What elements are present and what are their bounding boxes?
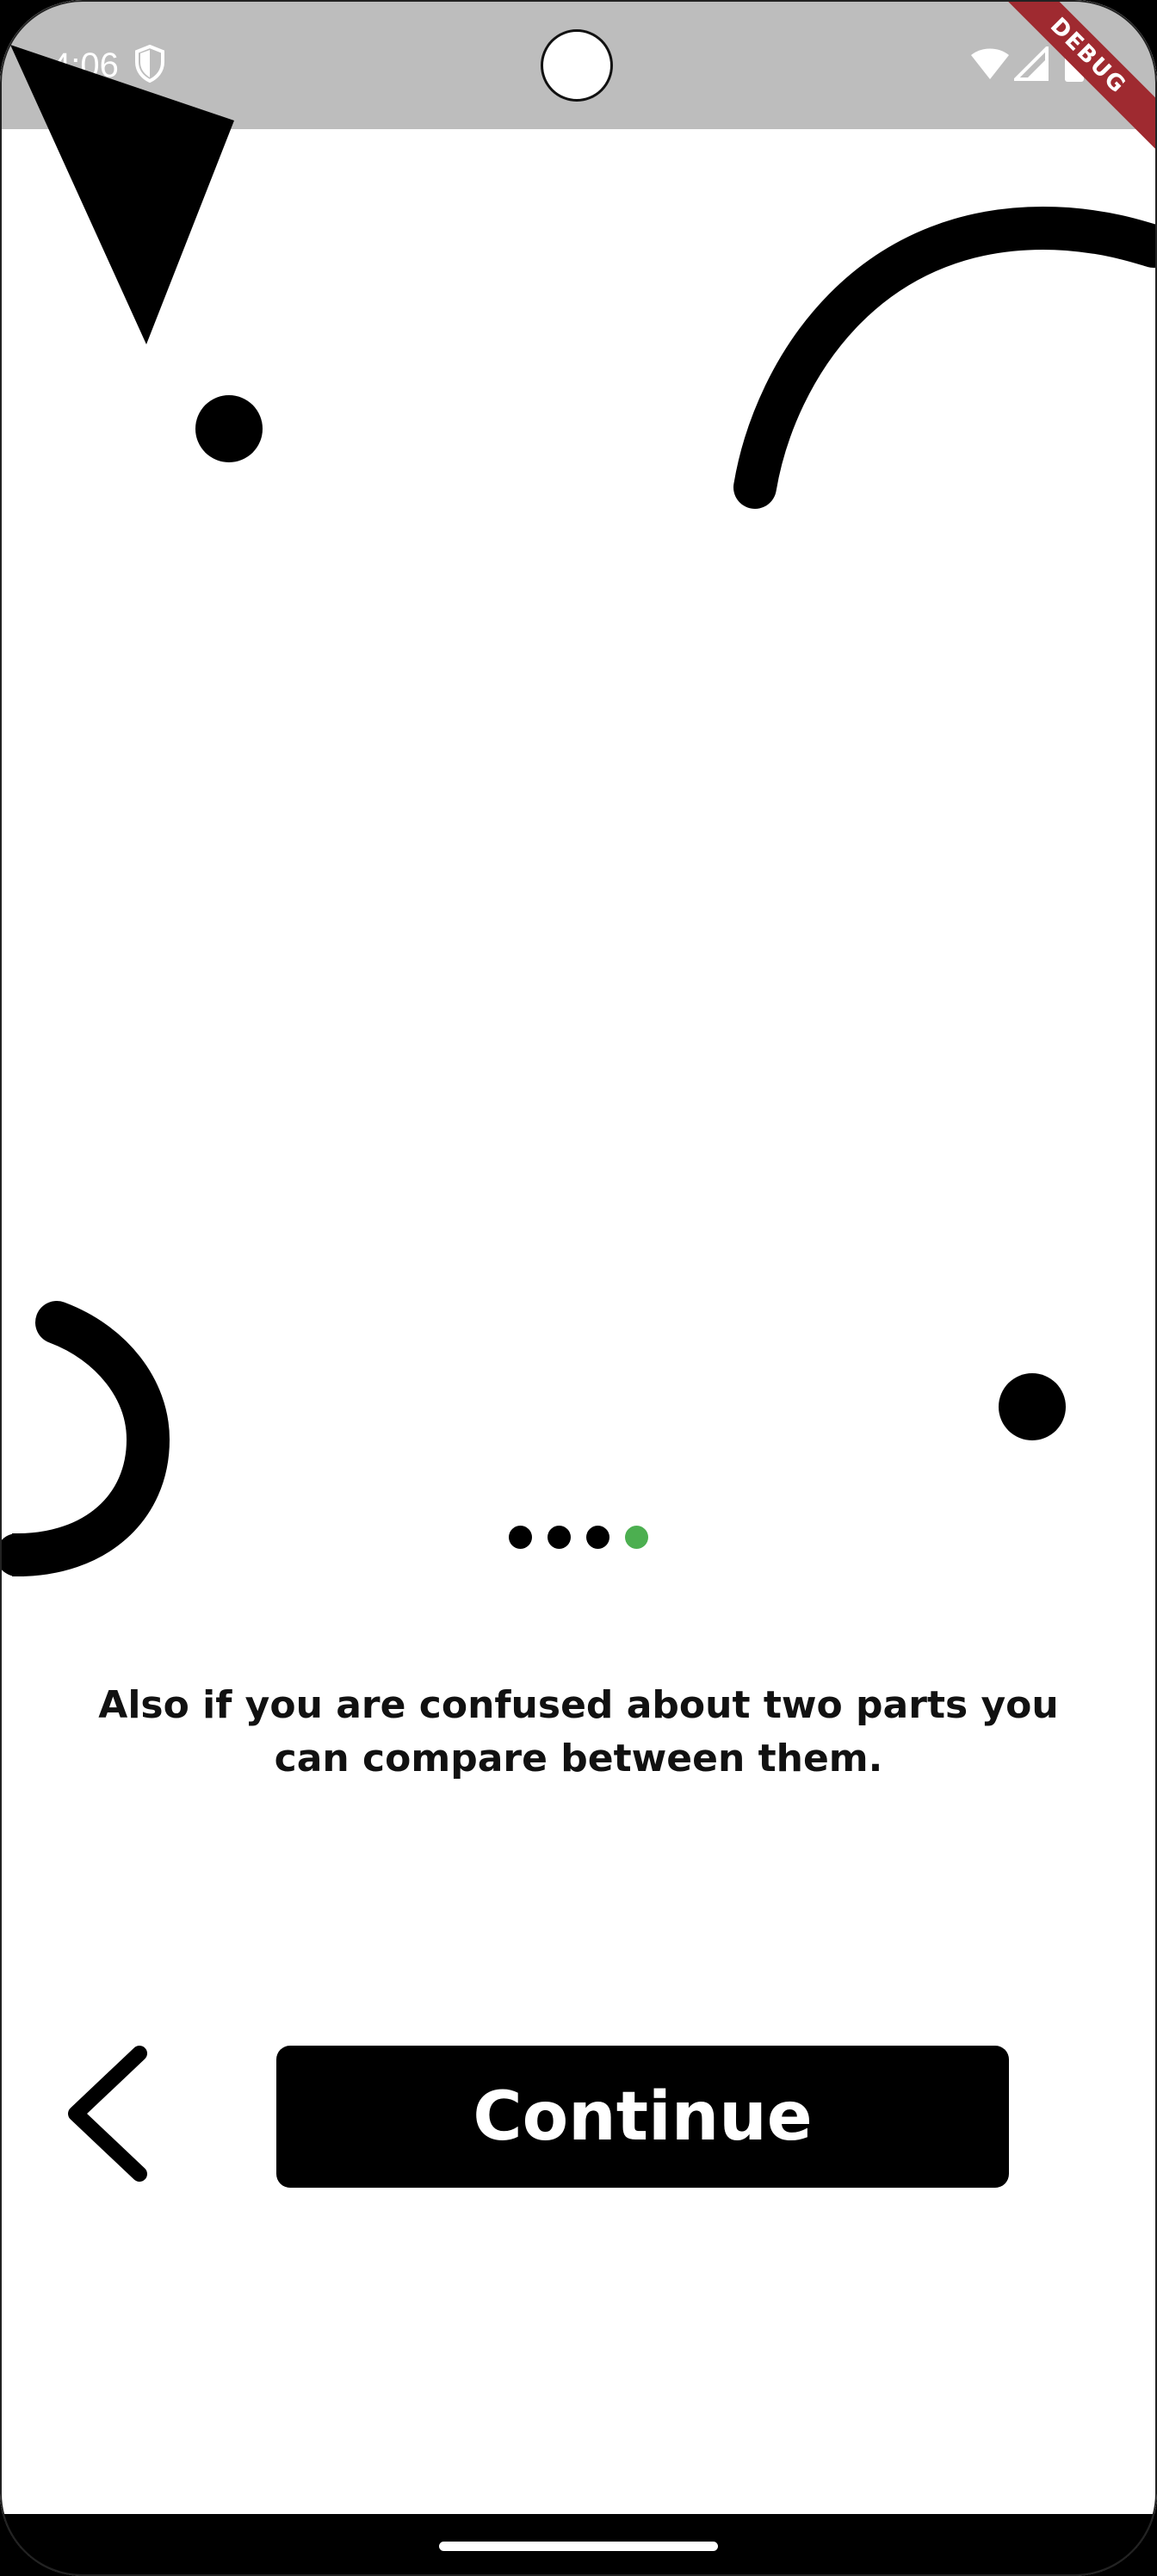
page-dot-3 [586,1526,609,1549]
page-dot-4-active [625,1526,648,1549]
page-dot-1 [509,1526,532,1549]
page-indicator [0,1526,1157,1550]
small-dot-decoration-top [195,395,263,462]
app-screen: 4:06 DEBUG Also if you are confused abou… [0,0,1157,2576]
arc-decoration-top-right [733,207,1157,509]
triangle-decoration [10,45,234,344]
small-dot-decoration-right [999,1373,1066,1440]
home-gesture-handle[interactable] [439,2542,718,2551]
back-button[interactable] [53,2040,165,2187]
navigation-bar [0,2514,1157,2576]
onboarding-description: Also if you are confused about two parts… [98,1683,1059,1780]
arc-decoration-left [0,1301,170,1576]
decorative-shapes [0,45,1157,1576]
continue-button[interactable]: Continue [276,2046,1009,2188]
chevron-left-icon [68,2046,147,2182]
page-dot-2 [548,1526,571,1549]
